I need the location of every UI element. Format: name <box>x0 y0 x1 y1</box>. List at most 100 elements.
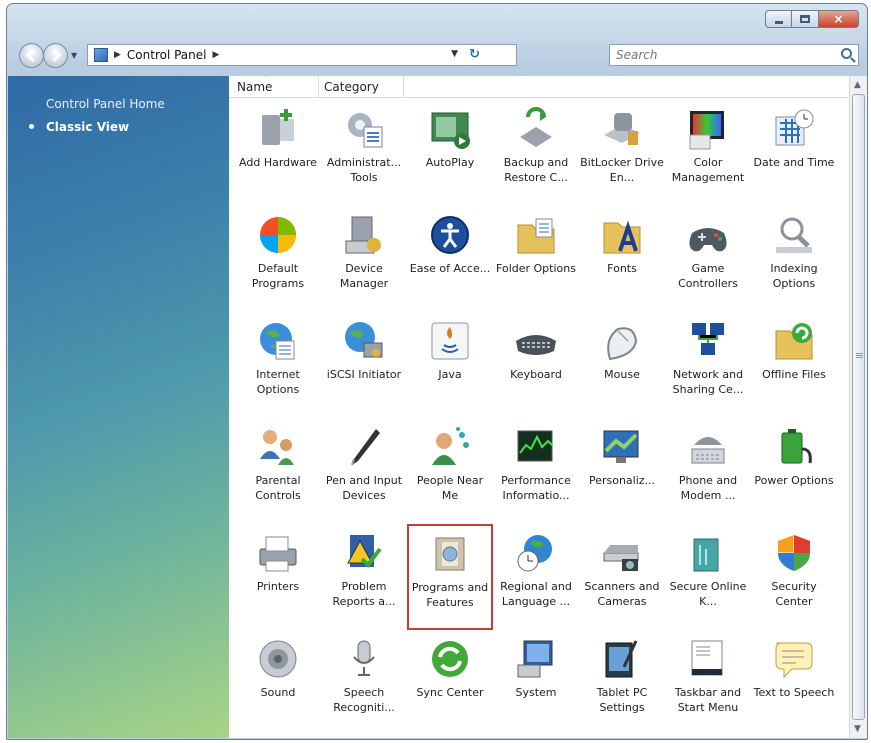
control-panel-item[interactable]: iSCSI Initiator <box>321 312 407 418</box>
text-to-speech-icon <box>772 637 816 681</box>
close-button[interactable]: × <box>819 10 859 28</box>
control-panel-item[interactable]: Ease of Acce... <box>407 206 493 312</box>
search-box[interactable] <box>609 44 859 66</box>
control-panel-icon <box>94 48 108 62</box>
control-panel-item-label: Device Manager <box>339 262 389 290</box>
control-panel-item-label: People Near Me <box>416 474 484 502</box>
control-panel-item[interactable]: Backup and Restore C... <box>493 100 579 206</box>
printers-icon <box>256 531 300 575</box>
control-panel-item[interactable]: Sound <box>235 630 321 736</box>
search-icon[interactable] <box>841 48 852 59</box>
control-panel-item[interactable]: Game Controllers <box>665 206 751 312</box>
date-time-icon <box>772 107 816 151</box>
control-panel-item[interactable]: Security Center <box>751 524 837 630</box>
control-panel-item[interactable]: Default Programs <box>235 206 321 312</box>
parental-controls-icon <box>256 425 300 469</box>
maximize-icon <box>800 15 810 23</box>
breadcrumb-arrow-icon[interactable]: ▶ <box>213 50 220 60</box>
tablet-pc-icon <box>600 637 644 681</box>
control-panel-item[interactable]: Performance Informatio... <box>493 418 579 524</box>
iscsi-initiator-icon <box>342 319 386 363</box>
column-divider[interactable] <box>318 76 319 98</box>
control-panel-item-label: Mouse <box>604 368 640 381</box>
sort-indicator-icon: ⌃ <box>262 76 270 84</box>
control-panel-item[interactable]: System <box>493 630 579 736</box>
administrative-tools-icon <box>342 107 386 151</box>
maximize-button[interactable] <box>792 10 819 28</box>
forward-arrow-icon <box>51 48 62 63</box>
control-panel-item[interactable]: Power Options <box>751 418 837 524</box>
performance-icon <box>514 425 558 469</box>
control-panel-item[interactable]: Fonts <box>579 206 665 312</box>
control-panel-item[interactable]: Taskbar and Start Menu <box>665 630 751 736</box>
control-panel-home-link[interactable]: Control Panel Home <box>46 97 165 111</box>
minimize-button[interactable] <box>765 10 792 28</box>
control-panel-item[interactable]: Pen and Input Devices <box>321 418 407 524</box>
security-center-icon <box>772 531 816 575</box>
control-panel-item-label: Backup and Restore C... <box>503 156 569 184</box>
control-panel-item[interactable]: People Near Me <box>407 418 493 524</box>
address-dropdown-icon[interactable]: ▼ <box>451 49 458 59</box>
control-panel-item-label: Phone and Modem ... <box>678 474 738 502</box>
scroll-grip-icon <box>856 353 863 354</box>
control-panel-item-label: Scanners and Cameras <box>584 580 660 608</box>
vertical-scrollbar[interactable]: ▲ ▼ <box>849 76 867 738</box>
search-input[interactable] <box>610 48 820 62</box>
task-pane: Control Panel Home Classic View <box>8 76 229 738</box>
control-panel-item[interactable]: Secure Online K... <box>665 524 751 630</box>
control-panel-item[interactable]: AutoPlay <box>407 100 493 206</box>
control-panel-item[interactable]: Sync Center <box>407 630 493 736</box>
control-panel-item-label: Parental Controls <box>255 474 301 502</box>
control-panel-item-label: Printers <box>256 580 300 593</box>
control-panel-item-label: AutoPlay <box>425 156 475 169</box>
back-arrow-icon <box>25 48 36 63</box>
control-panel-item-label: Pen and Input Devices <box>325 474 403 502</box>
refresh-icon[interactable]: ↻ <box>469 47 480 62</box>
control-panel-item[interactable]: Device Manager <box>321 206 407 312</box>
column-header-category[interactable]: Category <box>324 80 379 94</box>
network-sharing-icon <box>686 319 730 363</box>
control-panel-item[interactable]: Date and Time <box>751 100 837 206</box>
color-management-icon <box>686 107 730 151</box>
recent-pages-dropdown[interactable]: ▼ <box>71 51 77 60</box>
column-divider[interactable] <box>403 76 404 98</box>
control-panel-item[interactable]: Offline Files <box>751 312 837 418</box>
control-panel-item[interactable]: Speech Recogniti... <box>321 630 407 736</box>
scroll-thumb[interactable] <box>852 94 865 720</box>
control-panel-item[interactable]: Mouse <box>579 312 665 418</box>
control-panel-item[interactable]: Text to Speech <box>751 630 837 736</box>
control-panel-item[interactable]: Parental Controls <box>235 418 321 524</box>
control-panel-item[interactable]: Java <box>407 312 493 418</box>
scroll-up-icon[interactable]: ▲ <box>854 80 861 90</box>
control-panel-item[interactable]: Regional and Language ... <box>493 524 579 630</box>
back-button[interactable] <box>19 43 44 68</box>
control-panel-item-label: Sound <box>260 686 296 699</box>
control-panel-item-label: Network and Sharing Ce... <box>672 368 744 396</box>
fonts-icon <box>600 213 644 257</box>
control-panel-item[interactable]: Keyboard <box>493 312 579 418</box>
control-panel-item[interactable]: BitLocker Drive En... <box>579 100 665 206</box>
address-bar[interactable]: ▶ Control Panel ▶ ▼ ↻ <box>87 44 517 66</box>
control-panel-item[interactable]: Administrat... Tools <box>321 100 407 206</box>
control-panel-item[interactable]: Color Management <box>665 100 751 206</box>
breadcrumb-control-panel[interactable]: Control Panel <box>127 48 207 62</box>
control-panel-item[interactable]: Phone and Modem ... <box>665 418 751 524</box>
control-panel-item[interactable]: Personaliz... <box>579 418 665 524</box>
forward-button[interactable] <box>43 43 68 68</box>
control-panel-item[interactable]: Programs and Features <box>407 524 493 630</box>
control-panel-item[interactable]: Folder Options <box>493 206 579 312</box>
control-panel-item[interactable]: Tablet PC Settings <box>579 630 665 736</box>
scroll-down-icon[interactable]: ▼ <box>854 724 861 734</box>
control-panel-item[interactable]: Problem Reports a... <box>321 524 407 630</box>
close-icon: × <box>833 12 844 26</box>
control-panel-item[interactable]: Add Hardware <box>235 100 321 206</box>
control-panel-item[interactable]: Printers <box>235 524 321 630</box>
control-panel-item-label: Date and Time <box>753 156 835 169</box>
control-panel-item[interactable]: Indexing Options <box>751 206 837 312</box>
classic-view-link[interactable]: Classic View <box>46 120 129 134</box>
breadcrumb-arrow-icon[interactable]: ▶ <box>114 50 121 60</box>
control-panel-item[interactable]: Internet Options <box>235 312 321 418</box>
control-panel-item[interactable]: Network and Sharing Ce... <box>665 312 751 418</box>
control-panel-item[interactable]: Scanners and Cameras <box>579 524 665 630</box>
title-bar[interactable]: × <box>7 4 867 34</box>
